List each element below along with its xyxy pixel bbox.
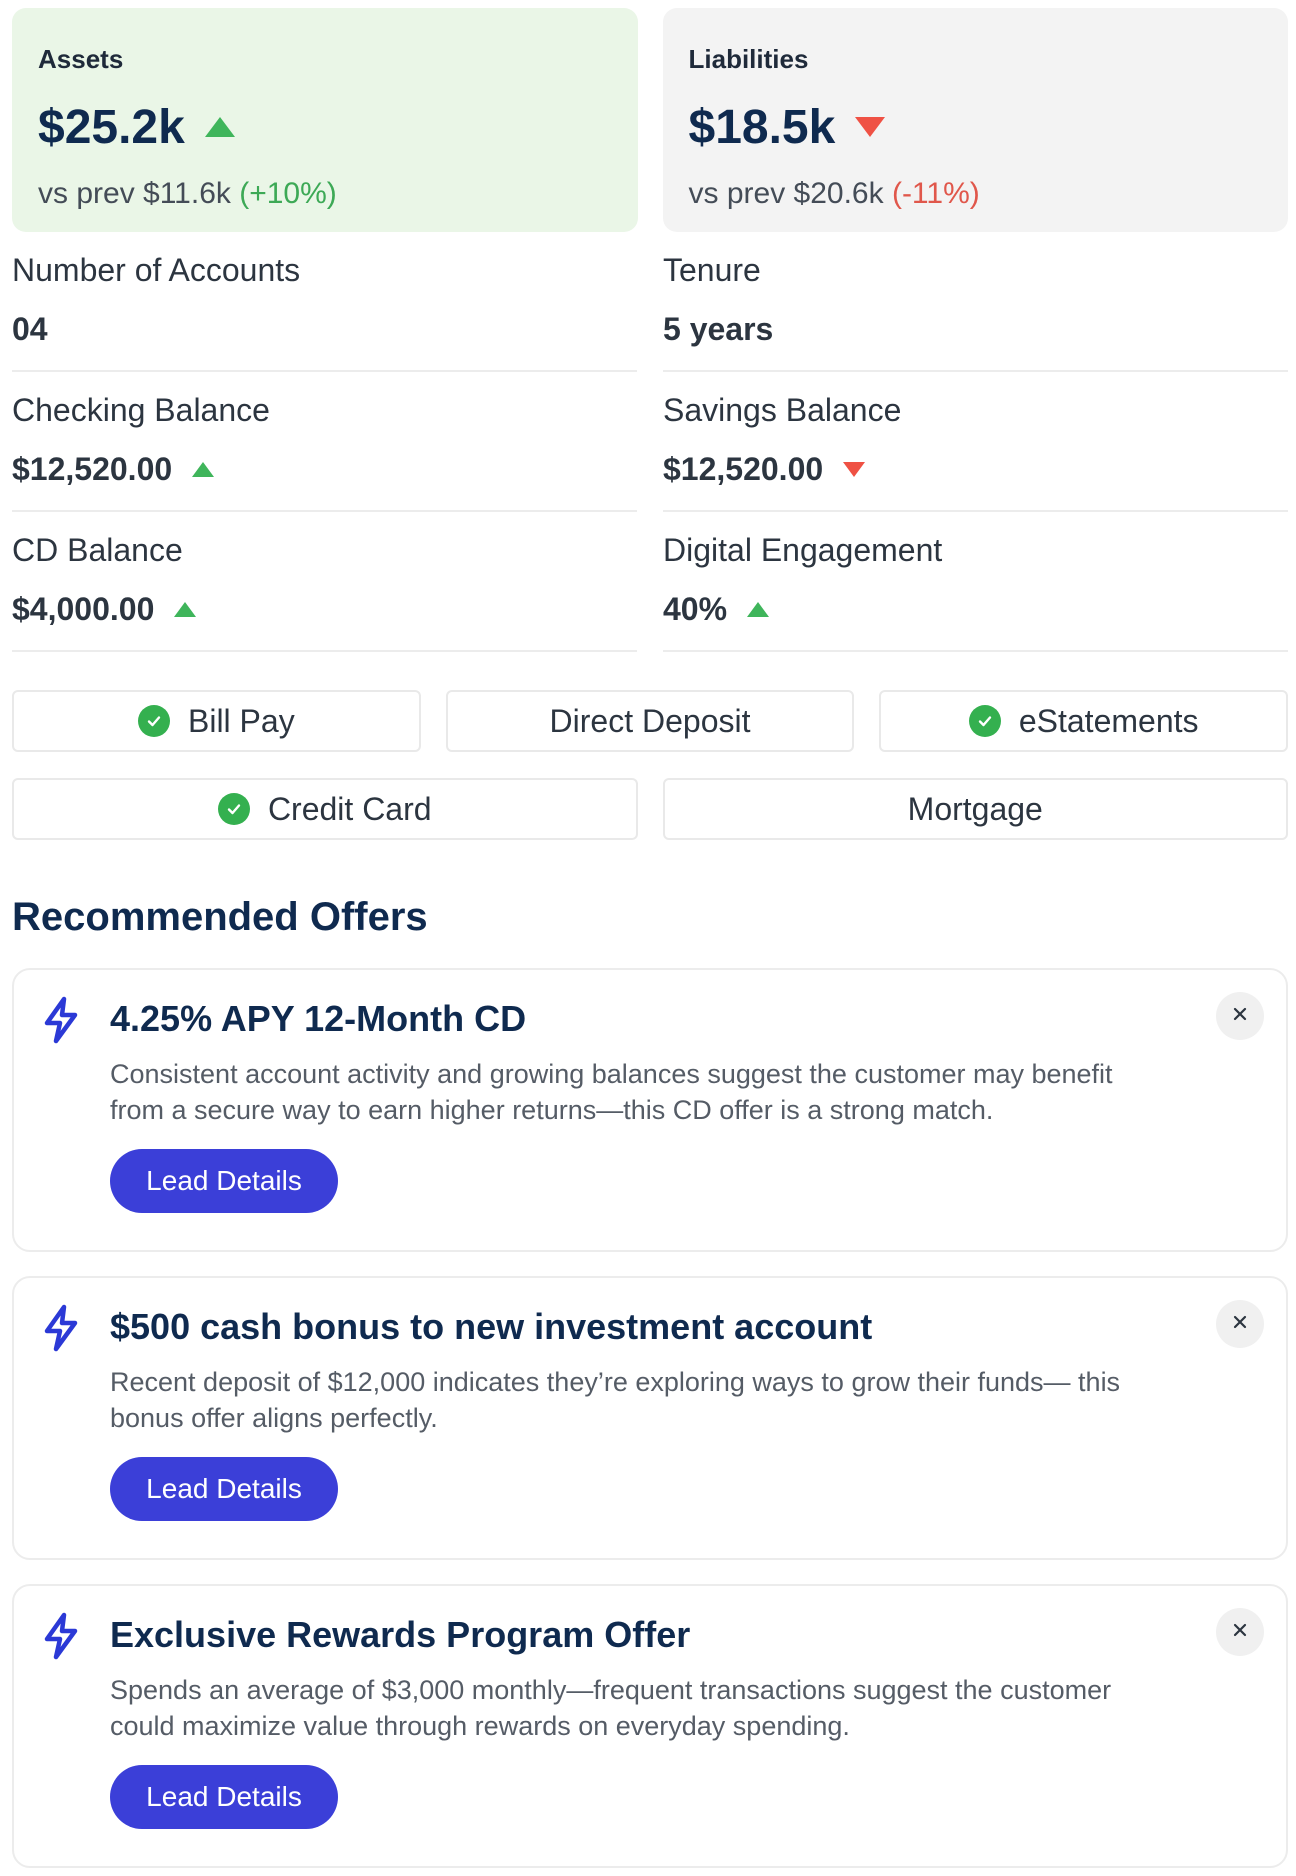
liabilities-prev: vs prev $20.6k: [688, 177, 884, 210]
product-chip[interactable]: Mortgage: [662, 778, 1288, 840]
assets-label: Assets: [38, 44, 124, 74]
metric-value-row: 04: [12, 311, 637, 348]
product-chip-label: Mortgage: [907, 790, 1043, 827]
triangle-up-icon: [192, 462, 215, 477]
lightning-bolt-icon: [42, 1612, 80, 1660]
metric-value: $12,520.00: [12, 451, 173, 487]
product-chip[interactable]: Bill Pay: [12, 690, 421, 752]
offer-description: Recent deposit of $12,000 indicates they…: [110, 1367, 1121, 1433]
products-section: Bill Pay Direct Deposit eStatements Credit…: [12, 690, 1289, 866]
check-circle-icon: [968, 705, 1001, 737]
metric-item: Number of Accounts 04: [12, 232, 637, 372]
metric-item: CD Balance $4,000.00: [12, 512, 637, 652]
product-chip[interactable]: eStatements: [879, 690, 1289, 752]
lead-details-button[interactable]: Lead Details: [110, 1765, 338, 1829]
metric-item: Tenure 5 years: [663, 232, 1288, 372]
lightning-bolt-icon: [42, 1304, 80, 1352]
liabilities-value-row: $18.5k: [689, 97, 1263, 157]
assets-comparison: vs prev $11.6k (+10%): [38, 177, 612, 211]
metric-item: Digital Engagement 40%: [663, 512, 1288, 652]
assets-value-row: $25.2k: [38, 97, 612, 157]
triangle-up-icon: [174, 602, 197, 617]
offer-description: Consistent account activity and growing …: [110, 1059, 1113, 1125]
metric-value-row: 5 years: [663, 311, 1288, 348]
dismiss-offer-button[interactable]: [1216, 1608, 1264, 1656]
dismiss-offer-button[interactable]: [1216, 992, 1264, 1040]
metric-item: Checking Balance $12,520.00: [12, 372, 637, 512]
liabilities-label: Liabilities: [688, 44, 809, 74]
metric-value-row: $12,520.00: [12, 451, 637, 488]
check-circle-icon: [137, 705, 170, 737]
close-icon: [1231, 1005, 1249, 1028]
metrics-grid: Number of Accounts 04 Tenure 5 years Checkin…: [12, 232, 1288, 652]
metric-label: Digital Engagement: [663, 532, 943, 568]
triangle-up-icon: [747, 602, 770, 617]
liabilities-comparison: vs prev $20.6k (-11%): [689, 177, 1263, 211]
offer-description: Spends an average of $3,000 monthly—freq…: [110, 1675, 1112, 1741]
assets-card: Assets $25.2k vs prev $11.6k (+10%): [12, 8, 638, 232]
offer-card: 4.25% APY 12-Month CD Consistent account …: [12, 968, 1288, 1252]
offer-card: Exclusive Rewards Program Offer Spends an…: [12, 1584, 1288, 1868]
check-circle-icon: [217, 793, 250, 825]
product-chip[interactable]: Direct Deposit: [445, 690, 855, 752]
metric-value: $12,520.00: [663, 451, 824, 487]
metric-value-row: $12,520.00: [663, 451, 1288, 488]
triangle-down-icon: [855, 117, 886, 137]
kpi-row: Assets $25.2k vs prev $11.6k (+10%) Liab…: [12, 8, 1288, 232]
metric-label: Savings Balance: [663, 392, 902, 428]
assets-value: $25.2k: [38, 100, 185, 154]
product-chip-label: Bill Pay: [187, 702, 295, 739]
metric-label: Number of Accounts: [12, 252, 301, 288]
metric-value-row: 40%: [663, 591, 1288, 628]
metric-value: 04: [12, 311, 48, 347]
metric-label: CD Balance: [12, 532, 183, 568]
close-icon: [1231, 1313, 1249, 1336]
metric-label: Checking Balance: [12, 392, 270, 428]
triangle-down-icon: [843, 462, 866, 477]
offers-list: 4.25% APY 12-Month CD Consistent account …: [12, 968, 1288, 1876]
section-title: Recommended Offers: [12, 895, 428, 939]
triangle-up-icon: [204, 117, 235, 137]
offer-card: $500 cash bonus to new investment accoun…: [12, 1276, 1288, 1560]
liabilities-change: (-11%): [891, 177, 980, 210]
product-chip-row: Bill Pay Direct Deposit eStatements: [12, 690, 1289, 752]
liabilities-card: Liabilities $18.5k vs prev $20.6k (-11%): [662, 8, 1288, 232]
close-icon: [1231, 1621, 1249, 1644]
metric-value-row: $4,000.00: [12, 591, 637, 628]
offer-title: $500 cash bonus to new investment accoun…: [110, 1306, 873, 1347]
metric-value: $4,000.00: [12, 591, 155, 627]
metric-value: 5 years: [663, 311, 774, 347]
metric-item: Savings Balance $12,520.00: [663, 372, 1288, 512]
product-chip-label: eStatements: [1018, 702, 1199, 739]
metric-value: 40%: [663, 591, 728, 627]
product-chip-row: Credit Card Mortgage: [12, 778, 1288, 840]
lead-details-button[interactable]: Lead Details: [110, 1457, 338, 1521]
lightning-bolt-icon: [42, 996, 80, 1044]
product-chip-label: Credit Card: [267, 790, 432, 827]
assets-prev: vs prev $11.6k: [38, 177, 231, 210]
dismiss-offer-button[interactable]: [1216, 1300, 1264, 1348]
offer-title: 4.25% APY 12-Month CD: [110, 998, 527, 1039]
metric-label: Tenure: [663, 252, 761, 288]
lead-details-button[interactable]: Lead Details: [110, 1149, 338, 1213]
liabilities-value: $18.5k: [688, 100, 836, 154]
product-chip[interactable]: Credit Card: [12, 778, 638, 840]
offer-title: Exclusive Rewards Program Offer: [110, 1614, 691, 1655]
product-chip-label: Direct Deposit: [549, 702, 751, 739]
assets-change: (+10%): [239, 177, 337, 210]
